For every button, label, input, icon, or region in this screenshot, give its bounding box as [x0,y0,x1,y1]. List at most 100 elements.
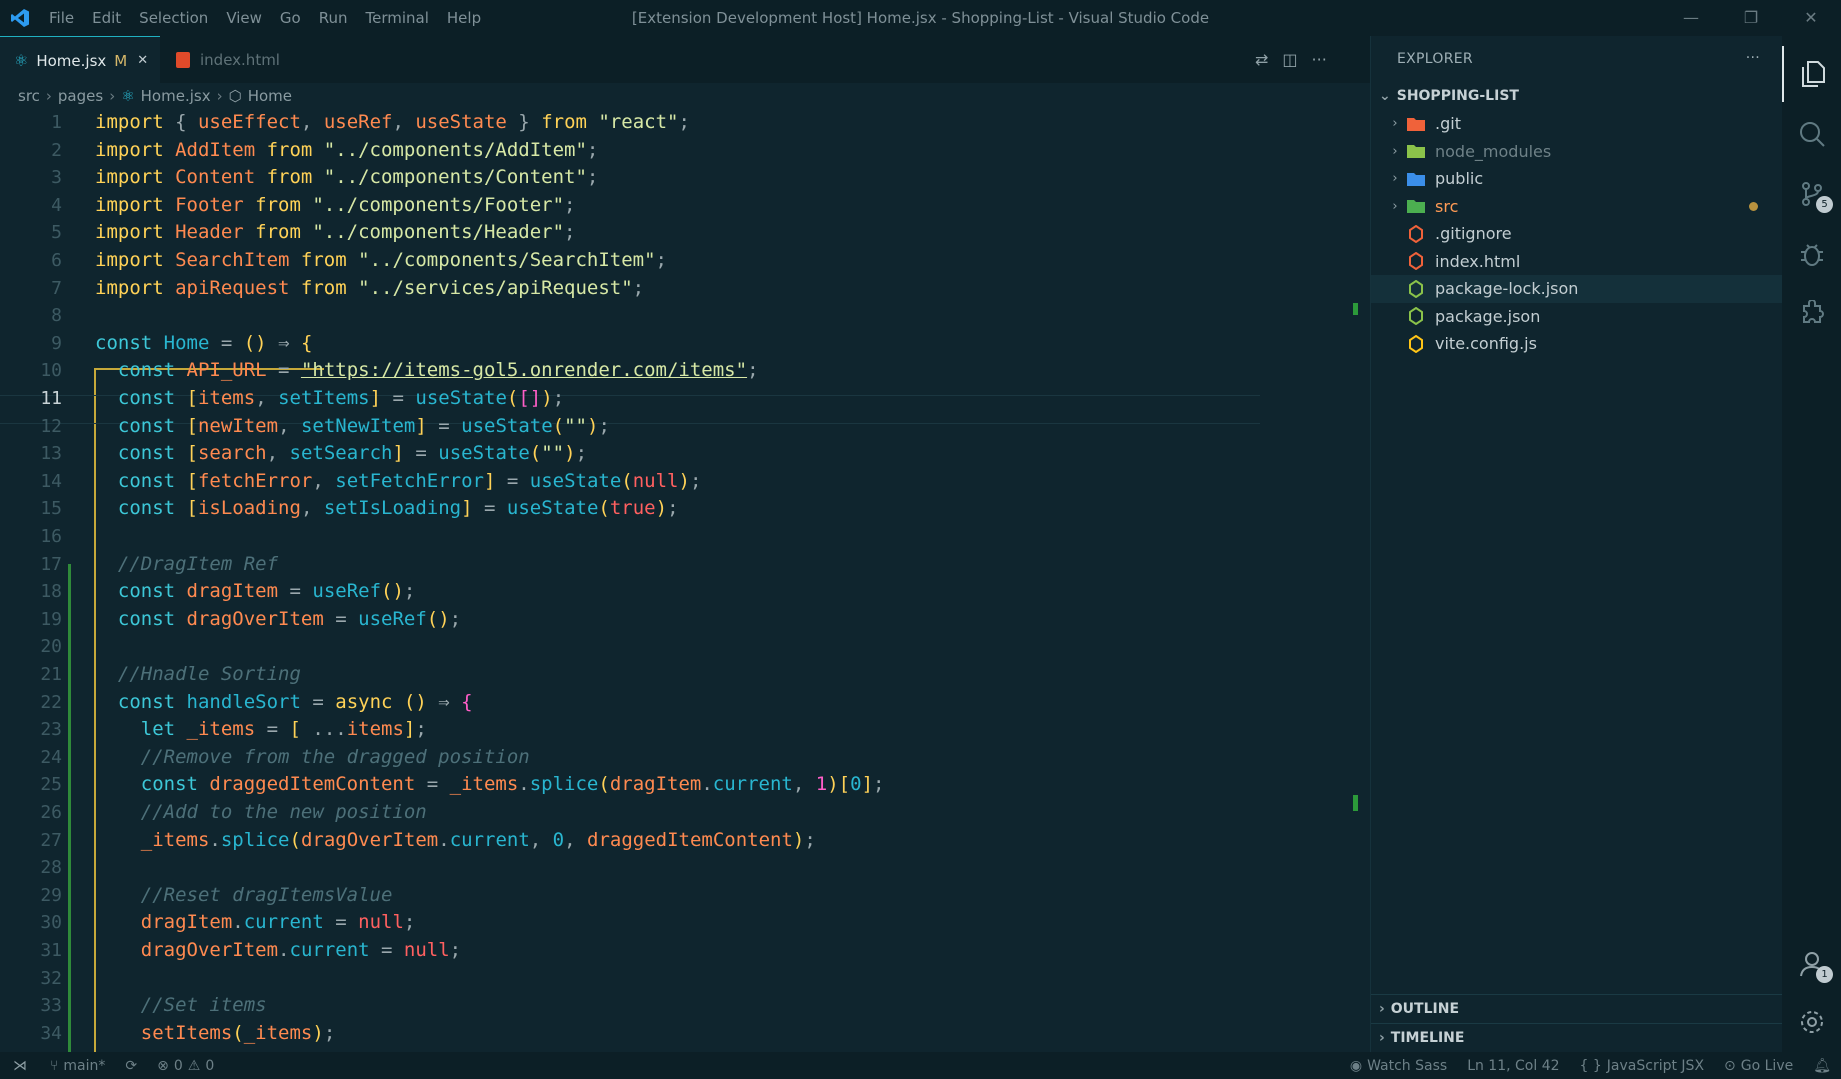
split-editor-icon[interactable]: ◫ [1282,50,1297,69]
code-line[interactable]: 16 [0,523,1370,551]
minimize-button[interactable]: — [1661,0,1721,36]
watch-sass-label: Watch Sass [1367,1057,1448,1074]
settings-activity[interactable] [1782,994,1841,1050]
breadcrumb-file[interactable]: Home.jsx [141,87,211,105]
accounts-activity[interactable]: 1 [1782,936,1841,992]
code-line[interactable]: 23 let _items = [ ...items]; [0,716,1370,744]
more-icon[interactable]: ··· [1746,50,1760,66]
warning-count: 0 [205,1057,215,1074]
code-line[interactable]: 22 const handleSort = async () ⇒ { [0,689,1370,717]
code-line[interactable]: 24 //Remove from the dragged position [0,744,1370,772]
code-line[interactable]: 5 import Header from "../components/Heade… [0,219,1370,247]
menu-run[interactable]: Run [310,0,357,36]
breadcrumb-src[interactable]: src [18,87,40,105]
cursor-position[interactable]: Ln 11, Col 42 [1457,1058,1569,1074]
line-number: 14 [40,470,62,492]
code-line[interactable]: 9 const Home = () ⇒ { [0,330,1370,358]
explorer-activity[interactable] [1782,46,1841,102]
code-line[interactable]: 20 [0,633,1370,661]
restore-button[interactable]: ❐ [1721,0,1781,36]
html-icon [1405,252,1427,271]
line-number: 34 [40,1022,62,1044]
code-line[interactable]: 30 dragItem.current = null; [0,909,1370,937]
code-line[interactable]: 28 [0,854,1370,882]
code-line[interactable]: 33 //Set items [0,992,1370,1020]
timeline-section[interactable]: › TIMELINE [1371,1023,1782,1052]
code-line[interactable]: 27 _items.splice(dragOverItem.current, 0… [0,827,1370,855]
close-window-button[interactable]: ✕ [1781,0,1841,36]
explorer-sidebar: EXPLORER ··· ⌄ SHOPPING-LIST › .git › node_… [1370,36,1782,1052]
tree-item[interactable]: package.json [1371,303,1782,331]
tree-item[interactable]: package-lock.json [1371,275,1782,303]
tree-item[interactable]: .gitignore [1371,220,1782,248]
code-line[interactable]: 29 //Reset dragItemsValue [0,882,1370,910]
code-line[interactable]: 12 const [newItem, setNewItem] = useStat… [0,413,1370,441]
tree-item[interactable]: › src [1371,193,1782,221]
code-line[interactable]: 1 import { useEffect, useRef, useState } … [0,109,1370,137]
code-editor[interactable]: 1 import { useEffect, useRef, useState } … [0,109,1370,1052]
problems-indicator[interactable]: ⊗ 0 ⚠ 0 [147,1058,224,1074]
menu-file[interactable]: File [40,0,83,36]
notifications-icon[interactable]: 🔔︎ [1803,1058,1841,1074]
source-control-activity[interactable]: 5 [1782,166,1841,222]
more-actions-icon[interactable]: ··· [1312,50,1327,69]
tree-item[interactable]: › .git [1371,110,1782,138]
code-line[interactable]: 18 const dragItem = useRef(); [0,578,1370,606]
close-tab-icon[interactable]: ✕ [137,53,148,68]
code-line[interactable]: 14 const [fetchError, setFetchError] = u… [0,468,1370,496]
code-line[interactable]: 17 //DragItem Ref [0,551,1370,579]
code-line[interactable]: 8 [0,302,1370,330]
code-line[interactable]: 10 const API_URL = "https://items-gol5.o… [0,357,1370,385]
watch-sass-button[interactable]: ◉ Watch Sass [1340,1058,1457,1074]
code-text: const API_URL = "https://items-gol5.onre… [117,359,759,382]
tree-item[interactable]: › node_modules [1371,138,1782,166]
code-line[interactable]: 15 const [isLoading, setIsLoading] = use… [0,495,1370,523]
menu-help[interactable]: Help [438,0,490,36]
code-line[interactable]: 6 import SearchItem from "../components/S… [0,247,1370,275]
menu-selection[interactable]: Selection [130,0,217,36]
code-line[interactable]: 32 [0,965,1370,993]
debug-activity[interactable] [1782,226,1841,282]
tab-index-html[interactable]: index.html [160,36,300,83]
breadcrumb-symbol[interactable]: Home [248,87,292,105]
code-text: import Content from "../components/Conte… [95,166,599,189]
code-line[interactable]: 21 //Hnadle Sorting [0,661,1370,689]
code-line[interactable]: 3 import Content from "../components/Cont… [0,164,1370,192]
line-number: 33 [40,995,62,1017]
code-line[interactable]: 2 import AddItem from "../components/AddI… [0,137,1370,165]
branch-indicator[interactable]: ⑂ main* [40,1058,115,1074]
tab-home-jsx[interactable]: ⚛ Home.jsx M ✕ [0,36,160,84]
menu-view[interactable]: View [217,0,271,36]
breadcrumb-pages[interactable]: pages [58,87,103,105]
extensions-activity[interactable] [1782,286,1841,342]
remote-icon[interactable]: ⋊ [0,1052,40,1079]
tree-item[interactable]: index.html [1371,248,1782,276]
compare-icon[interactable]: ⇄ [1255,50,1268,69]
tree-item[interactable]: › public [1371,165,1782,193]
tree-item[interactable]: vite.config.js [1371,330,1782,358]
code-line[interactable]: 7 import apiRequest from "../services/api… [0,275,1370,303]
menu-terminal[interactable]: Terminal [357,0,438,36]
code-line[interactable]: 31 dragOverItem.current = null; [0,937,1370,965]
code-line[interactable]: 11 const [items, setItems] = useState([]… [0,385,1370,413]
language-indicator[interactable]: { } JavaScript JSX [1570,1058,1715,1074]
go-live-button[interactable]: ⊙ Go Live [1714,1058,1803,1074]
line-number: 18 [40,581,62,603]
timeline-label: TIMELINE [1390,1030,1465,1046]
line-number: 22 [40,691,62,713]
menu-go[interactable]: Go [271,0,310,36]
file-tree: › .git › node_modules › public › src .gitignore i… [1371,110,1782,358]
project-section[interactable]: ⌄ SHOPPING-LIST [1371,82,1782,110]
code-line[interactable]: 19 const dragOverItem = useRef(); [0,606,1370,634]
menu-edit[interactable]: Edit [83,0,130,36]
outline-section[interactable]: › OUTLINE [1371,994,1782,1023]
code-line[interactable]: 26 //Add to the new position [0,799,1370,827]
sync-icon[interactable]: ⟳ [115,1058,147,1074]
code-line[interactable]: 34 setItems(_items); [0,1020,1370,1048]
search-activity[interactable] [1782,106,1841,162]
editor-actions: ⇄ ◫ ··· [1255,36,1327,83]
code-line[interactable]: 25 const draggedItemContent = _items.spl… [0,771,1370,799]
code-text: dragOverItem.current = null; [140,939,462,961]
code-line[interactable]: 4 import Footer from "../components/Foote… [0,192,1370,220]
code-line[interactable]: 13 const [search, setSearch] = useState(… [0,440,1370,468]
